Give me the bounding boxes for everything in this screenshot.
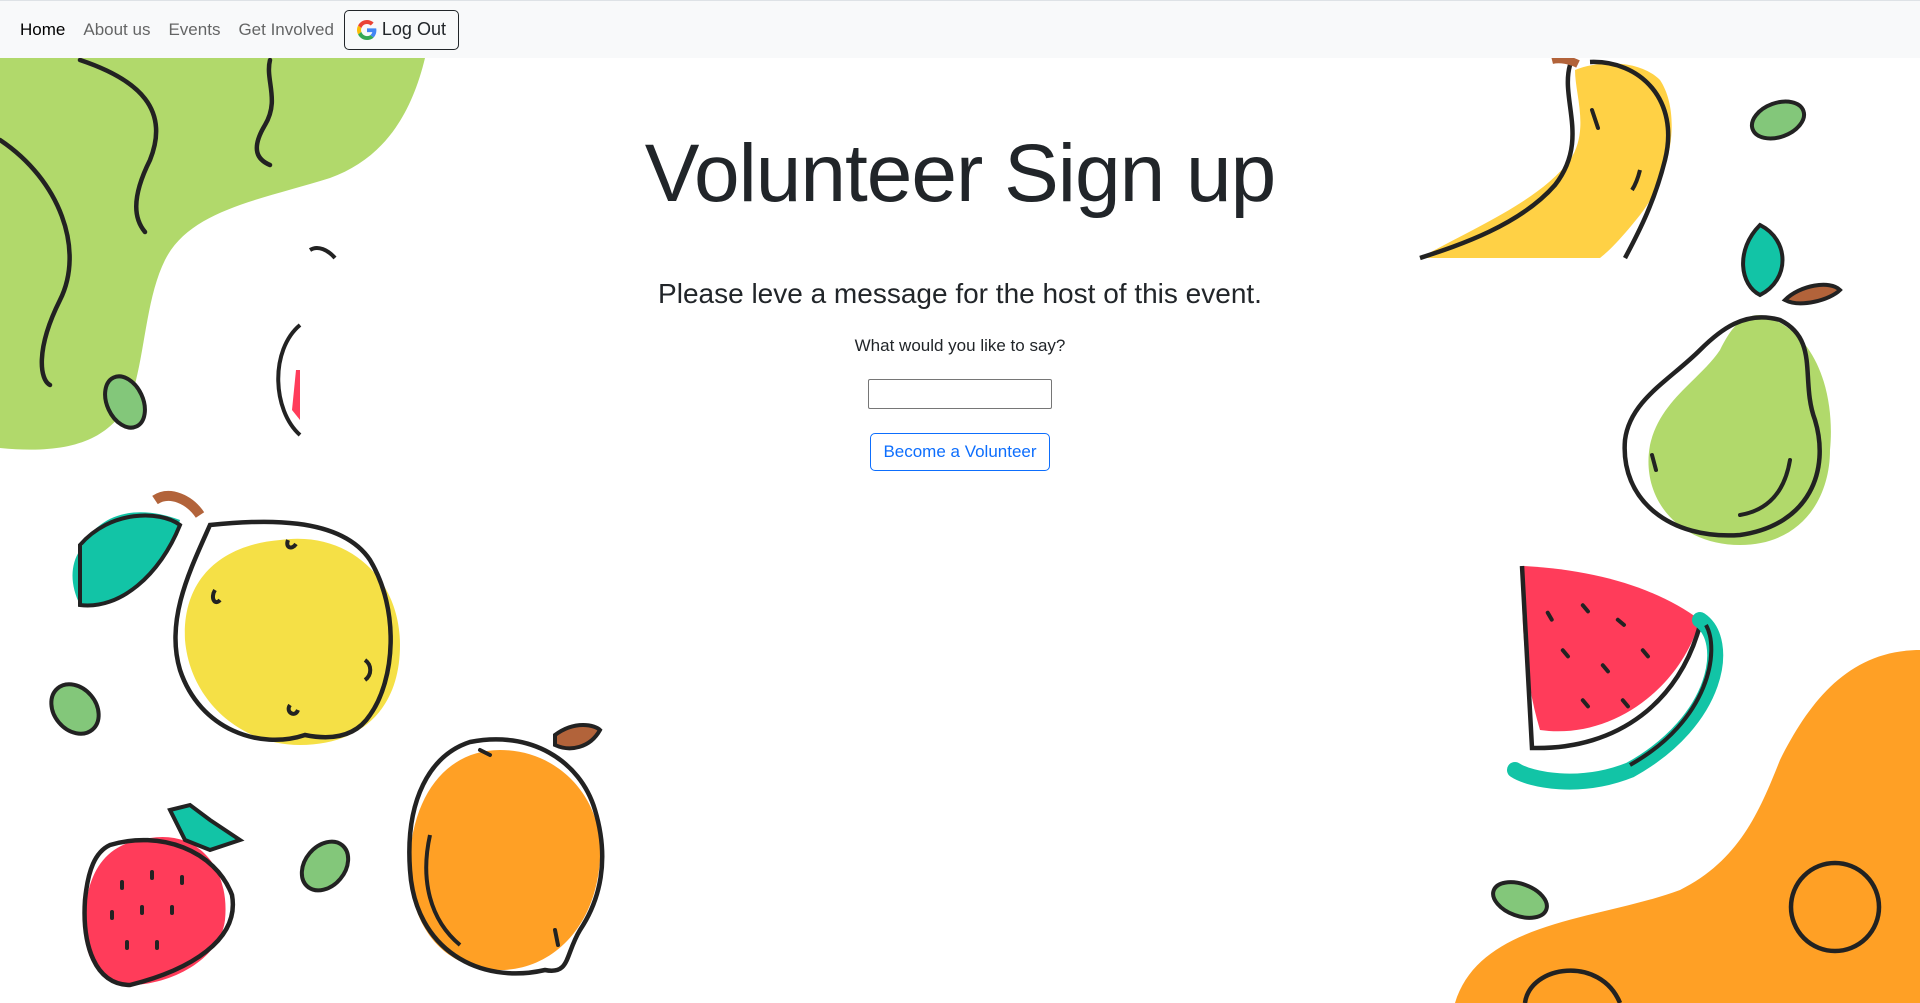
main-content: Volunteer Sign up Please leve a message … xyxy=(0,58,1920,471)
navbar: Home About us Events Get Involved Log Ou… xyxy=(0,0,1920,58)
logout-button[interactable]: Log Out xyxy=(343,9,459,50)
become-volunteer-button[interactable]: Become a Volunteer xyxy=(870,433,1050,471)
leaf-bottom-mid xyxy=(299,839,351,893)
logout-label: Log Out xyxy=(381,19,446,39)
google-icon xyxy=(356,19,377,40)
message-prompt-label: What would you like to say? xyxy=(854,336,1066,355)
watermelon xyxy=(1507,565,1724,790)
lemon xyxy=(72,491,400,745)
leaf-bottom-right xyxy=(1491,880,1549,920)
nav-home[interactable]: Home xyxy=(20,20,65,40)
page-title: Volunteer Sign up xyxy=(644,128,1276,219)
nav-events[interactable]: Events xyxy=(168,20,220,40)
message-input[interactable] xyxy=(868,379,1052,409)
page-subtitle: Please leve a message for the host of th… xyxy=(658,278,1262,309)
nav-about-us[interactable]: About us xyxy=(83,20,150,40)
strawberry xyxy=(82,802,245,988)
orange-blob xyxy=(1455,650,1920,1003)
leaf-mid-left xyxy=(49,682,101,736)
mango xyxy=(407,723,605,976)
nav-get-involved[interactable]: Get Involved xyxy=(238,20,333,40)
